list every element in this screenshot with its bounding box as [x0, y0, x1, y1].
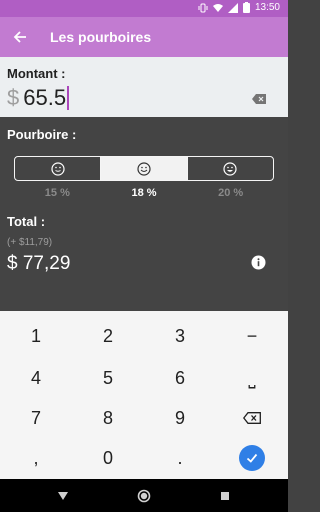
home-circle-icon	[137, 489, 151, 503]
key-3[interactable]: 3	[144, 315, 216, 357]
app-bar: Les pourboires	[0, 17, 288, 57]
battery-icon	[242, 2, 250, 13]
tip-section: Pourboire : 15 % 18 % 20 % Total : (+ $1…	[0, 117, 288, 311]
slightly-smiling-face-icon	[51, 161, 65, 176]
done-button[interactable]	[239, 445, 265, 471]
key-minus[interactable]: −	[216, 315, 288, 357]
amount-section: Montant : $ 65.5	[0, 57, 288, 117]
status-icons: 13:50	[198, 2, 280, 13]
backspace-icon	[243, 412, 261, 424]
text-cursor	[67, 85, 70, 110]
smiling-face-icon	[137, 161, 151, 176]
info-icon	[251, 255, 266, 270]
key-2[interactable]: 2	[72, 315, 144, 357]
key-9[interactable]: 9	[144, 397, 216, 439]
key-6[interactable]: 6	[144, 357, 216, 399]
tip-selector	[14, 156, 274, 181]
numeric-keypad: 1 2 3 − 4 5 6 ⎵ 7 8 9 , 0 .	[0, 311, 288, 479]
square-recents-icon	[221, 492, 229, 500]
key-backspace[interactable]	[216, 397, 288, 439]
backspace-icon	[252, 94, 266, 104]
tip-option-18[interactable]	[100, 157, 187, 180]
total-label: Total :	[7, 214, 46, 229]
nav-home-button[interactable]	[135, 487, 153, 505]
amount-field[interactable]: $ 65.5	[7, 84, 70, 111]
tip-option-15[interactable]	[15, 157, 100, 180]
amount-input[interactable]: 65.5	[23, 85, 66, 111]
total-value: $ 77,29	[7, 253, 71, 274]
currency-prefix: $	[7, 84, 20, 110]
key-done[interactable]	[216, 437, 288, 479]
info-button[interactable]	[251, 255, 266, 270]
page-title: Les pourboires	[50, 29, 152, 45]
key-7[interactable]: 7	[0, 397, 72, 439]
triangle-back-icon	[58, 492, 68, 500]
amount-label: Montant :	[7, 66, 66, 81]
grinning-face-icon	[223, 161, 237, 176]
key-comma[interactable]: ,	[0, 437, 72, 479]
tip-percent-18: 18 %	[131, 187, 157, 199]
key-8[interactable]: 8	[72, 397, 144, 439]
signal-icon	[227, 2, 238, 13]
arrow-back-icon	[13, 31, 26, 43]
key-space[interactable]: ⎵	[216, 357, 288, 399]
key-5[interactable]: 5	[72, 357, 144, 399]
key-0[interactable]: 0	[72, 437, 144, 479]
clear-amount-button[interactable]	[252, 91, 266, 104]
back-button[interactable]	[0, 17, 40, 57]
key-4[interactable]: 4	[0, 357, 72, 399]
nav-recents-button[interactable]	[216, 487, 234, 505]
tip-percent-15: 15 %	[44, 187, 70, 199]
key-period[interactable]: .	[144, 437, 216, 479]
tip-percent-20: 20 %	[218, 187, 244, 199]
nav-back-button[interactable]	[54, 487, 72, 505]
status-time: 13:50	[254, 2, 280, 13]
tip-label: Pourboire :	[7, 127, 77, 142]
key-1[interactable]: 1	[0, 315, 72, 357]
check-icon	[246, 453, 258, 463]
wifi-icon	[212, 3, 223, 12]
tip-option-20[interactable]	[186, 157, 273, 180]
vibrate-icon	[198, 3, 208, 12]
total-difference: (+ $11,79)	[7, 237, 53, 248]
status-bar: 13:50	[0, 0, 288, 17]
system-nav-bar	[0, 479, 288, 512]
tip-percent-labels: 15 % 18 % 20 %	[14, 187, 274, 199]
